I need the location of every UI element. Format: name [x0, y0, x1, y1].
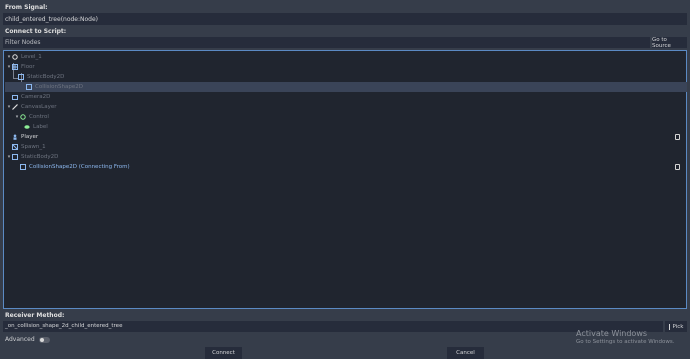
camera-icon: [12, 94, 18, 100]
tree-node-label: StaticBody2D: [27, 74, 65, 80]
tree-node-label: Level_1: [21, 54, 42, 60]
signal-field: child_entered_tree(node:Node): [3, 13, 687, 25]
tree-node-label: StaticBody2D: [21, 154, 59, 160]
staticbody-icon: [18, 74, 24, 80]
tree-node-staticbody2d[interactable]: StaticBody2D: [18, 72, 686, 82]
advanced-row: Advanced: [5, 336, 50, 343]
tree-node-label: CanvasLayer: [21, 104, 57, 110]
tree-node-staticbody2d-2[interactable]: ▾ StaticBody2D: [6, 152, 686, 162]
cancel-button[interactable]: Cancel: [447, 347, 484, 359]
tree-node-label: Player: [21, 134, 39, 140]
tree-node-label: Spawn_1: [21, 144, 46, 150]
tilemap-icon: [12, 64, 18, 70]
staticbody-icon: [12, 154, 18, 160]
tree-node-canvaslayer[interactable]: ▾ CanvasLayer: [6, 102, 686, 112]
tree-node-control[interactable]: ▾ Control: [14, 112, 686, 122]
advanced-toggle[interactable]: [38, 336, 50, 343]
tree-node-player[interactable]: Player: [12, 132, 686, 142]
watermark-subtitle: Go to Settings to activate Windows.: [576, 339, 675, 345]
tree-node-collisionshape2d-connecting-from[interactable]: CollisionShape2D (Connecting From): [20, 162, 686, 172]
connect-to-script-label: Connect to Script:: [5, 28, 67, 35]
canvaslayer-icon: [12, 104, 18, 110]
tree-node-collisionshape2d-selected[interactable]: CollisionShape2D: [5, 82, 687, 92]
tree-node-level-1[interactable]: ▾ Level_1: [6, 52, 686, 62]
tree-node-label: Floor: [21, 64, 35, 70]
watermark-title: Activate Windows: [576, 329, 648, 338]
toggle-knob: [39, 337, 44, 342]
filter-nodes-input[interactable]: [3, 37, 650, 48]
script-icon[interactable]: [675, 134, 680, 140]
receiver-method-label: Receiver Method:: [5, 312, 65, 319]
scene-tree[interactable]: ▾ Level_1 ▾ Floor StaticBody2D Collision…: [3, 50, 687, 309]
tree-node-label: Camera2D: [21, 94, 51, 100]
spawn-icon: [12, 144, 18, 150]
tree-node-label: CollisionShape2D (Connecting From): [29, 164, 130, 170]
connect-button[interactable]: Connect: [205, 347, 242, 359]
from-signal-label: From Signal:: [5, 4, 48, 11]
collision-shape-icon: [26, 84, 32, 90]
receiver-method-input[interactable]: _on_collision_shape_2d_child_entered_tre…: [3, 321, 663, 332]
collision-shape-icon: [20, 164, 26, 170]
tree-node-floor[interactable]: ▾ Floor: [6, 62, 686, 72]
player-icon: [12, 134, 18, 140]
script-icon[interactable]: [675, 164, 680, 170]
tree-node-label-node[interactable]: Label: [24, 122, 686, 132]
advanced-label: Advanced: [5, 336, 35, 343]
label-icon: [24, 124, 30, 130]
filter-row: Go to Source: [3, 37, 687, 49]
tree-node-spawn-1[interactable]: Spawn_1: [12, 142, 686, 152]
tree-node-camera2d[interactable]: Camera2D: [12, 92, 686, 102]
circle-node-icon: [12, 54, 18, 60]
activate-windows-watermark: Activate Windows Go to Settings to activ…: [576, 329, 675, 345]
tree-node-label: CollisionShape2D: [35, 84, 83, 90]
tree-node-label: Label: [33, 124, 48, 130]
control-icon: [20, 114, 26, 120]
go-to-source-button[interactable]: Go to Source: [652, 37, 687, 49]
tree-node-label: Control: [29, 114, 49, 120]
